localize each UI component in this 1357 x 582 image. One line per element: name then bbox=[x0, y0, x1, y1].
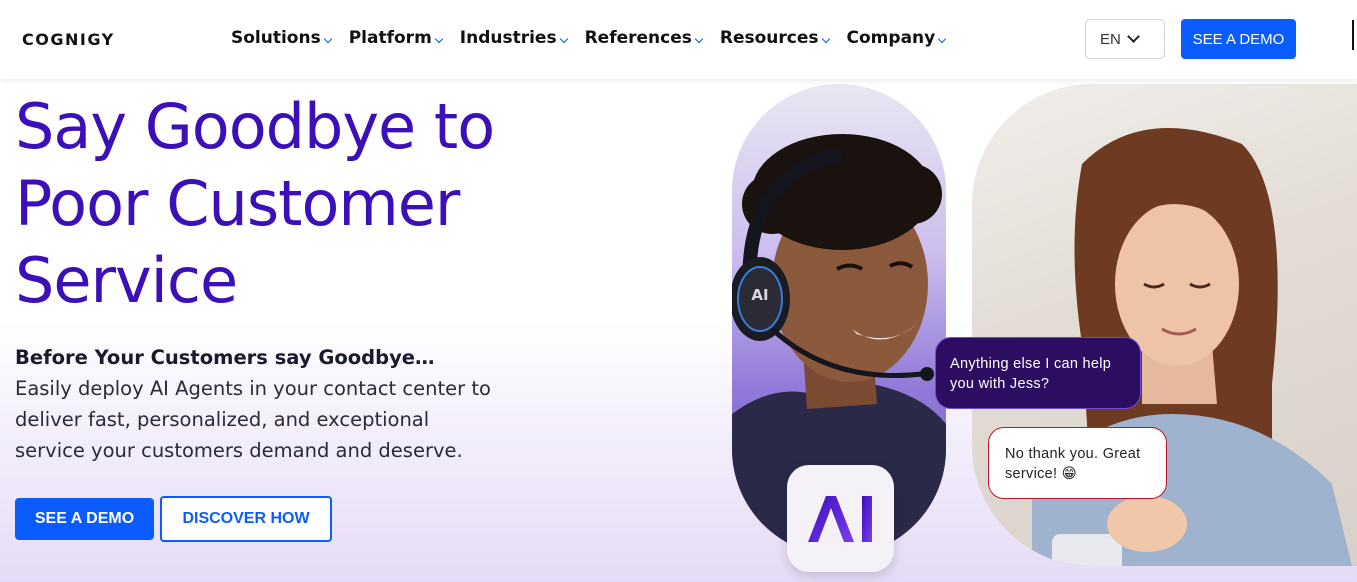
headline-line-1: Say Goodbye to bbox=[15, 90, 495, 163]
nav-company-label: Company bbox=[846, 28, 936, 48]
nav-references-label: References bbox=[584, 28, 692, 48]
nav-resources-label: Resources bbox=[719, 28, 819, 48]
see-demo-button[interactable]: SEE A DEMO bbox=[15, 498, 154, 540]
scroll-edge bbox=[1352, 20, 1354, 50]
headline-line-2: Poor Customer bbox=[15, 167, 460, 240]
nav-solutions-label: Solutions bbox=[231, 28, 321, 48]
nav-resources[interactable]: Resources bbox=[719, 28, 830, 48]
chevron-down-icon bbox=[821, 34, 830, 44]
discover-how-button[interactable]: DISCOVER HOW bbox=[160, 496, 332, 542]
chevron-down-icon bbox=[434, 34, 444, 44]
chevron-down-icon bbox=[937, 34, 947, 44]
header-demo-button[interactable]: SEE A DEMO bbox=[1181, 19, 1296, 59]
language-label: EN bbox=[1100, 30, 1121, 48]
language-select[interactable]: EN bbox=[1085, 19, 1165, 59]
customer-chat-bubble: No thank you. Great service! 😁 bbox=[988, 427, 1167, 499]
chevron-down-icon bbox=[559, 34, 568, 44]
nav-references[interactable]: References bbox=[584, 28, 704, 48]
hero-subtext-bold: Before Your Customers say Goodbye… bbox=[15, 346, 435, 369]
nav-platform[interactable]: Platform bbox=[348, 28, 444, 48]
ai-logo-tile: AI bbox=[787, 465, 894, 572]
hero-subtext: Before Your Customers say Goodbye… Easil… bbox=[15, 342, 495, 466]
chevron-down-icon bbox=[323, 34, 332, 44]
nav-industries-label: Industries bbox=[459, 28, 557, 48]
hero-headline: Say Goodbye to Poor Customer Service bbox=[15, 88, 615, 319]
nav-solutions[interactable]: Solutions bbox=[231, 28, 332, 48]
ai-logo-icon bbox=[807, 495, 872, 542]
cognigy-logo[interactable]: COGNIGY bbox=[22, 30, 115, 49]
nav-platform-label: Platform bbox=[348, 28, 432, 48]
nav-company[interactable]: Company bbox=[846, 28, 947, 48]
site-header: COGNIGY Solutions Platform Industries Re… bbox=[0, 0, 1357, 79]
main-nav: Solutions Platform Industries References… bbox=[231, 28, 963, 48]
headset-ai-badge: AI bbox=[751, 286, 769, 304]
nav-industries[interactable]: Industries bbox=[459, 28, 568, 48]
agent-chat-bubble: Anything else I can help you with Jess? bbox=[935, 337, 1141, 409]
headline-line-3: Service bbox=[15, 244, 238, 317]
chevron-down-icon bbox=[1127, 30, 1140, 43]
chevron-down-icon bbox=[694, 34, 704, 44]
hero-subtext-body: Easily deploy AI Agents in your contact … bbox=[15, 377, 491, 462]
